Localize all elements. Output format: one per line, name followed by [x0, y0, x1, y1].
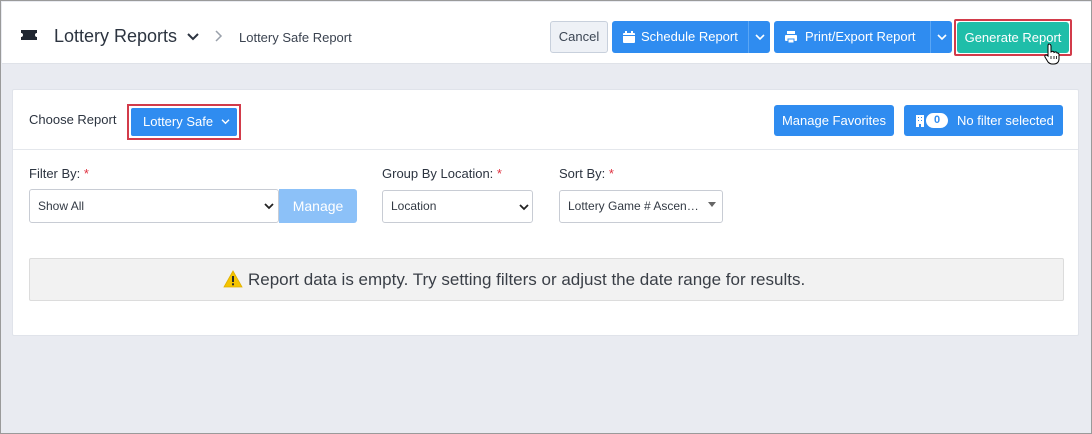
- filter-by-label: Filter By: *: [29, 166, 89, 181]
- group-by-value: Location: [391, 199, 437, 213]
- required-mark: *: [608, 166, 614, 181]
- chevron-down-icon: [264, 203, 274, 210]
- sort-by-label-text: Sort By:: [559, 166, 606, 181]
- schedule-report-dropdown[interactable]: [748, 21, 770, 53]
- breadcrumb: Lottery Safe Report: [239, 30, 352, 45]
- caret-down-icon: [708, 202, 716, 207]
- sort-by-select[interactable]: Lottery Game # Ascen…: [559, 190, 723, 223]
- export-report-label: Print/Export Report: [805, 29, 916, 44]
- chevron-down-icon: [755, 34, 765, 41]
- building-icon: [916, 115, 924, 127]
- group-by-label: Group By Location: *: [382, 166, 502, 181]
- sort-by-value: Lottery Game # Ascen…: [568, 199, 699, 213]
- choose-report-label: Choose Report: [29, 112, 117, 127]
- filter-status-label: No filter selected: [957, 113, 1054, 128]
- manage-filters-button[interactable]: Manage: [279, 189, 357, 223]
- filter-status-button[interactable]: 0 No filter selected: [904, 105, 1063, 136]
- filter-by-value: Show All: [38, 199, 85, 213]
- export-report-dropdown[interactable]: [930, 21, 952, 53]
- filter-by-select[interactable]: Show All: [29, 189, 279, 223]
- empty-state-alert: Report data is empty. Try setting filter…: [29, 258, 1064, 301]
- report-selector-bar: Choose Report Lottery Safe Manage Favori…: [13, 90, 1078, 150]
- report-select-value: Lottery Safe: [143, 114, 214, 129]
- chevron-down-icon: [937, 34, 947, 41]
- group-by-select[interactable]: Location: [382, 190, 533, 223]
- hand-pointer-icon: [1044, 43, 1060, 65]
- schedule-report-label: Schedule Report: [641, 29, 738, 44]
- group-by-label-text: Group By Location:: [382, 166, 494, 181]
- calendar-icon: [623, 31, 635, 43]
- sort-by-label: Sort By: *: [559, 166, 614, 181]
- empty-state-message: Report data is empty. Try setting filter…: [248, 270, 806, 289]
- schedule-report-button[interactable]: Schedule Report: [612, 21, 770, 53]
- app-window: Lottery Reports Lottery Safe Report Canc…: [0, 0, 1092, 434]
- filter-by-label-text: Filter By:: [29, 166, 81, 181]
- export-report-button[interactable]: Print/Export Report: [774, 21, 952, 53]
- report-card: Choose Report Lottery Safe Manage Favori…: [12, 89, 1079, 336]
- report-select-button[interactable]: Lottery Safe: [131, 108, 237, 136]
- cancel-button[interactable]: Cancel: [550, 21, 608, 53]
- warning-icon: [223, 270, 243, 288]
- chevron-down-icon: [221, 119, 230, 125]
- required-mark: *: [83, 166, 89, 181]
- chevron-down-icon: [519, 204, 529, 211]
- printer-icon: [785, 31, 797, 44]
- ticket-icon: [21, 30, 37, 40]
- filter-count-badge: 0: [926, 113, 948, 128]
- manage-favorites-button[interactable]: Manage Favorites: [774, 105, 894, 136]
- app-title: Lottery Reports: [54, 26, 178, 46]
- chevron-down-icon[interactable]: [186, 30, 200, 44]
- required-mark: *: [496, 166, 502, 181]
- chevron-right-icon: [215, 30, 223, 42]
